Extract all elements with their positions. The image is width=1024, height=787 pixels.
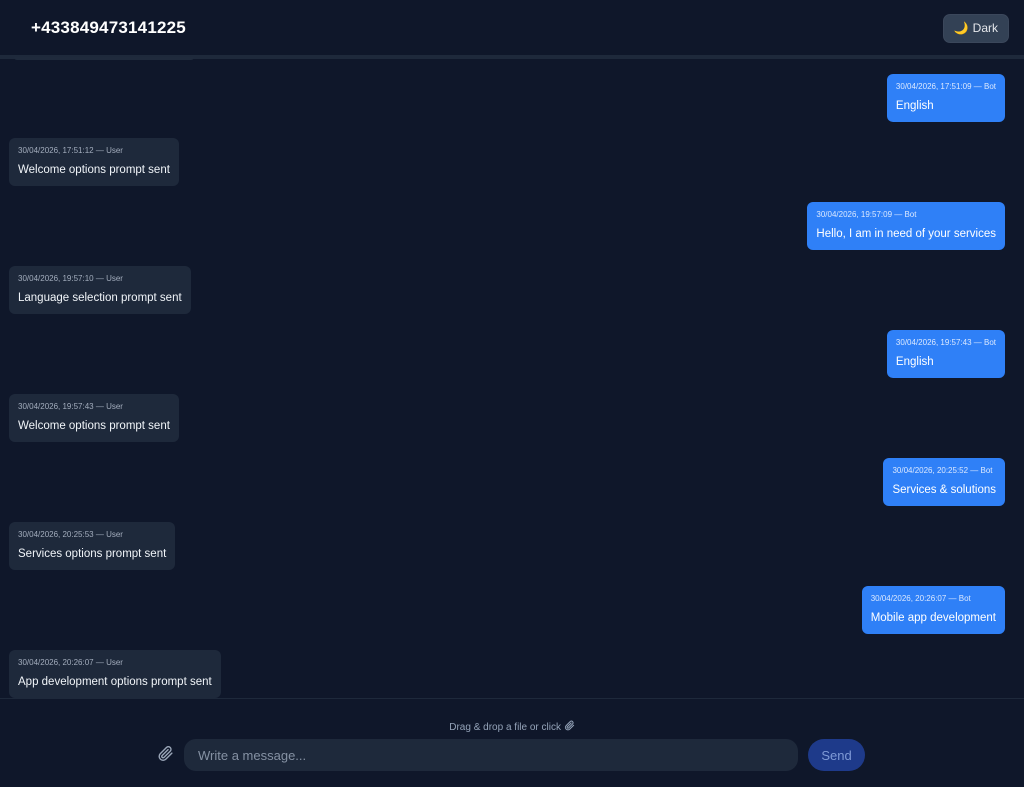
- message-meta: 30/04/2026, 20:25:52 — Bot: [892, 466, 993, 475]
- message-bubble-user: 30/04/2026, 17:51:12 — User Welcome opti…: [9, 138, 179, 186]
- moon-icon: 🌙: [953, 21, 969, 35]
- message-meta: 30/04/2026, 19:57:09 — Bot: [816, 210, 917, 219]
- theme-toggle-button[interactable]: 🌙 Dark: [942, 13, 1009, 43]
- message-text: Services & solutions: [892, 484, 996, 496]
- message-meta: 30/04/2026, 20:26:07 — User: [18, 658, 123, 667]
- message-text: Language selection prompt sent: [18, 292, 182, 304]
- message-text: Mobile app development: [870, 612, 996, 624]
- message-bubble-bot: 30/04/2026, 20:26:07 — Bot Mobile app de…: [861, 586, 1005, 634]
- paperclip-icon: [564, 720, 575, 733]
- message-text: Welcome options prompt sent: [18, 420, 170, 432]
- message-input[interactable]: [184, 739, 798, 771]
- message-text: App development options prompt sent: [18, 676, 212, 688]
- dropzone-label: Drag & drop a file or click: [449, 722, 561, 733]
- theme-toggle-label: Dark: [972, 21, 998, 35]
- message-meta: 30/04/2026, 17:51:12 — User: [18, 146, 123, 155]
- message-meta: 30/04/2026, 19:57:43 — Bot: [895, 338, 996, 347]
- message-composer: Drag & drop a file or click Send: [0, 698, 1024, 787]
- message-text: Services options prompt sent: [18, 548, 167, 560]
- message-text: Welcome options prompt sent: [18, 164, 170, 176]
- message-bubble-user: 30/04/2026, 20:26:07 — User App developm…: [9, 650, 221, 698]
- message-bubble-bot: 30/04/2026, 19:57:43 — Bot English: [886, 330, 1005, 378]
- paperclip-icon: [157, 745, 174, 767]
- message-bubble-bot: 30/04/2026, 20:25:52 — Bot Services & so…: [883, 458, 1005, 506]
- message-text: English: [895, 100, 934, 112]
- message-text: Hello, I am in need of your services: [816, 228, 996, 240]
- message-text: English: [895, 356, 934, 368]
- message-bubble-user: 30/04/2026, 20:25:53 — User Services opt…: [9, 522, 176, 570]
- message-bubble-bot: 30/04/2026, 19:57:09 — Bot Hello, I am i…: [807, 202, 1005, 250]
- message-bubble-user: 30/04/2026, 19:57:10 — User Language sel…: [9, 266, 191, 314]
- attach-file-button[interactable]: [154, 745, 176, 767]
- message-meta: 30/04/2026, 19:57:43 — User: [18, 402, 123, 411]
- message-bubble-bot: 30/04/2026, 17:51:09 — Bot English: [886, 74, 1005, 122]
- message-meta: 30/04/2026, 20:26:07 — Bot: [870, 594, 971, 603]
- message-meta: 30/04/2026, 17:51:09 — Bot: [895, 82, 996, 91]
- send-button[interactable]: Send: [808, 739, 865, 771]
- message-meta: 30/04/2026, 19:57:10 — User: [18, 274, 123, 283]
- chat-header: +433849473141225 🌙 Dark: [0, 0, 1024, 56]
- message-meta: 30/04/2026, 20:25:53 — User: [18, 530, 123, 539]
- message-bubble-user: 30/04/2026, 19:57:43 — User Welcome opti…: [9, 394, 179, 442]
- contact-phone-title: +433849473141225: [31, 18, 186, 37]
- file-dropzone[interactable]: Drag & drop a file or click: [0, 720, 1024, 733]
- message-list[interactable]: 30/04/2026, 17:51:09 — Bot English 30/04…: [0, 59, 1024, 699]
